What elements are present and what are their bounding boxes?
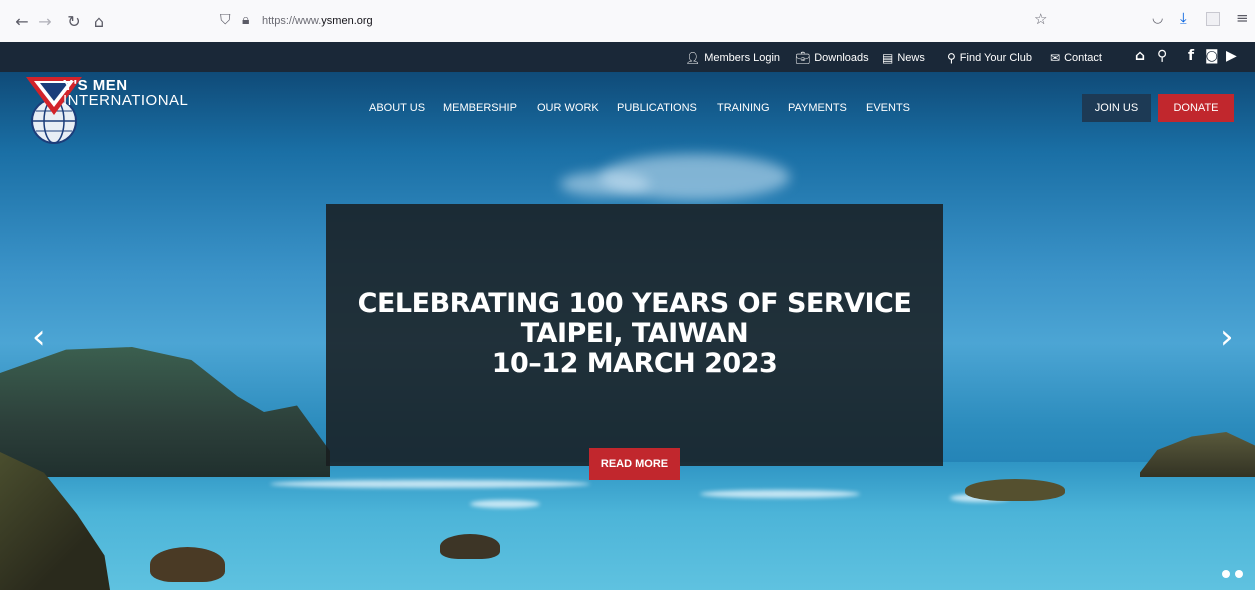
facebook-icon[interactable]: f <box>1188 48 1194 64</box>
lock-icon[interactable]: 🔒︎ <box>242 12 249 28</box>
wave <box>270 480 590 488</box>
download-icon[interactable]: ⤓ <box>1180 9 1187 27</box>
youtube-icon[interactable]: ▶ <box>1226 48 1237 64</box>
nav-membership[interactable]: MEMBERSHIP <box>443 102 517 114</box>
address-bar[interactable]: ⛉ 🔒︎ https://www.ysmen.org <box>216 10 1060 34</box>
nav-events[interactable]: EVENTS <box>866 102 910 114</box>
nav-payments[interactable]: PAYMENTS <box>788 102 847 114</box>
join-us-button[interactable]: JOIN US <box>1082 94 1151 122</box>
carousel-prev-icon[interactable]: ‹ <box>32 320 46 354</box>
carousel-dot[interactable] <box>1222 570 1230 578</box>
pocket-icon[interactable]: ◡ <box>1152 11 1163 26</box>
map-marker-icon: ⚲ <box>947 51 956 65</box>
news-link[interactable]: ▤ News <box>882 51 925 65</box>
home-icon[interactable]: ⌂ <box>1135 48 1145 64</box>
user-icon: 👤︎ <box>685 51 701 65</box>
website: 👤︎ Members Login 💼︎ Downloads ▤ News ⚲ Find … <box>0 42 1255 590</box>
home-icon[interactable]: ⌂ <box>87 9 111 33</box>
cloud <box>560 172 650 196</box>
newspaper-icon: ▤ <box>882 51 894 65</box>
nav-training[interactable]: TRAINING <box>717 102 770 114</box>
brand-name[interactable]: Y'S MEN INTERNATIONAL <box>63 78 188 108</box>
bookmark-star-icon[interactable]: ☆ <box>1034 10 1047 28</box>
briefcase-icon: 💼︎ <box>795 51 811 65</box>
envelope-icon: ✉ <box>1050 51 1061 65</box>
url-text[interactable]: https://www.ysmen.org <box>262 15 373 27</box>
hamburger-menu-icon[interactable]: ≡ <box>1236 9 1249 27</box>
back-arrow-icon[interactable]: ← <box>10 9 34 33</box>
carousel-pagination <box>1222 570 1243 578</box>
contact-link[interactable]: ✉ Contact <box>1050 51 1102 65</box>
read-more-button[interactable]: READ MORE <box>589 448 680 480</box>
forward-arrow-icon[interactable]: → <box>33 9 57 33</box>
carousel-next-icon[interactable]: › <box>1220 320 1234 354</box>
find-your-club-link[interactable]: ⚲ Find Your Club <box>947 51 1032 65</box>
rock <box>150 547 225 582</box>
nav-our-work[interactable]: OUR WORK <box>537 102 599 114</box>
slide-headline: CELEBRATING 100 YEARS OF SERVICE TAIPEI,… <box>357 288 912 379</box>
downloads-link[interactable]: 💼︎ Downloads <box>795 51 869 65</box>
rock <box>440 534 500 559</box>
members-login-link[interactable]: 👤︎ Members Login <box>685 51 780 65</box>
browser-toolbar: ← → ↻ ⌂ ⛉ 🔒︎ https://www.ysmen.org ☆ ◡ ⤓… <box>0 0 1255 42</box>
top-info-bar: 👤︎ Members Login 💼︎ Downloads ▤ News ⚲ Find … <box>0 42 1255 72</box>
nav-about-us[interactable]: ABOUT US <box>369 102 425 114</box>
wave <box>470 500 540 508</box>
slide-caption-panel: CELEBRATING 100 YEARS OF SERVICE TAIPEI,… <box>326 204 943 466</box>
search-icon[interactable]: ⚲ <box>1157 48 1167 64</box>
shield-icon[interactable]: ⛉ <box>220 12 231 28</box>
nav-publications[interactable]: PUBLICATIONS <box>617 102 697 114</box>
extension-icon[interactable] <box>1206 12 1220 26</box>
instagram-icon[interactable]: ◙ <box>1205 48 1219 64</box>
wave <box>700 490 860 498</box>
carousel-dot[interactable] <box>1235 570 1243 578</box>
reload-icon[interactable]: ↻ <box>62 9 86 33</box>
rock <box>965 479 1065 501</box>
donate-button[interactable]: DONATE <box>1158 94 1234 122</box>
